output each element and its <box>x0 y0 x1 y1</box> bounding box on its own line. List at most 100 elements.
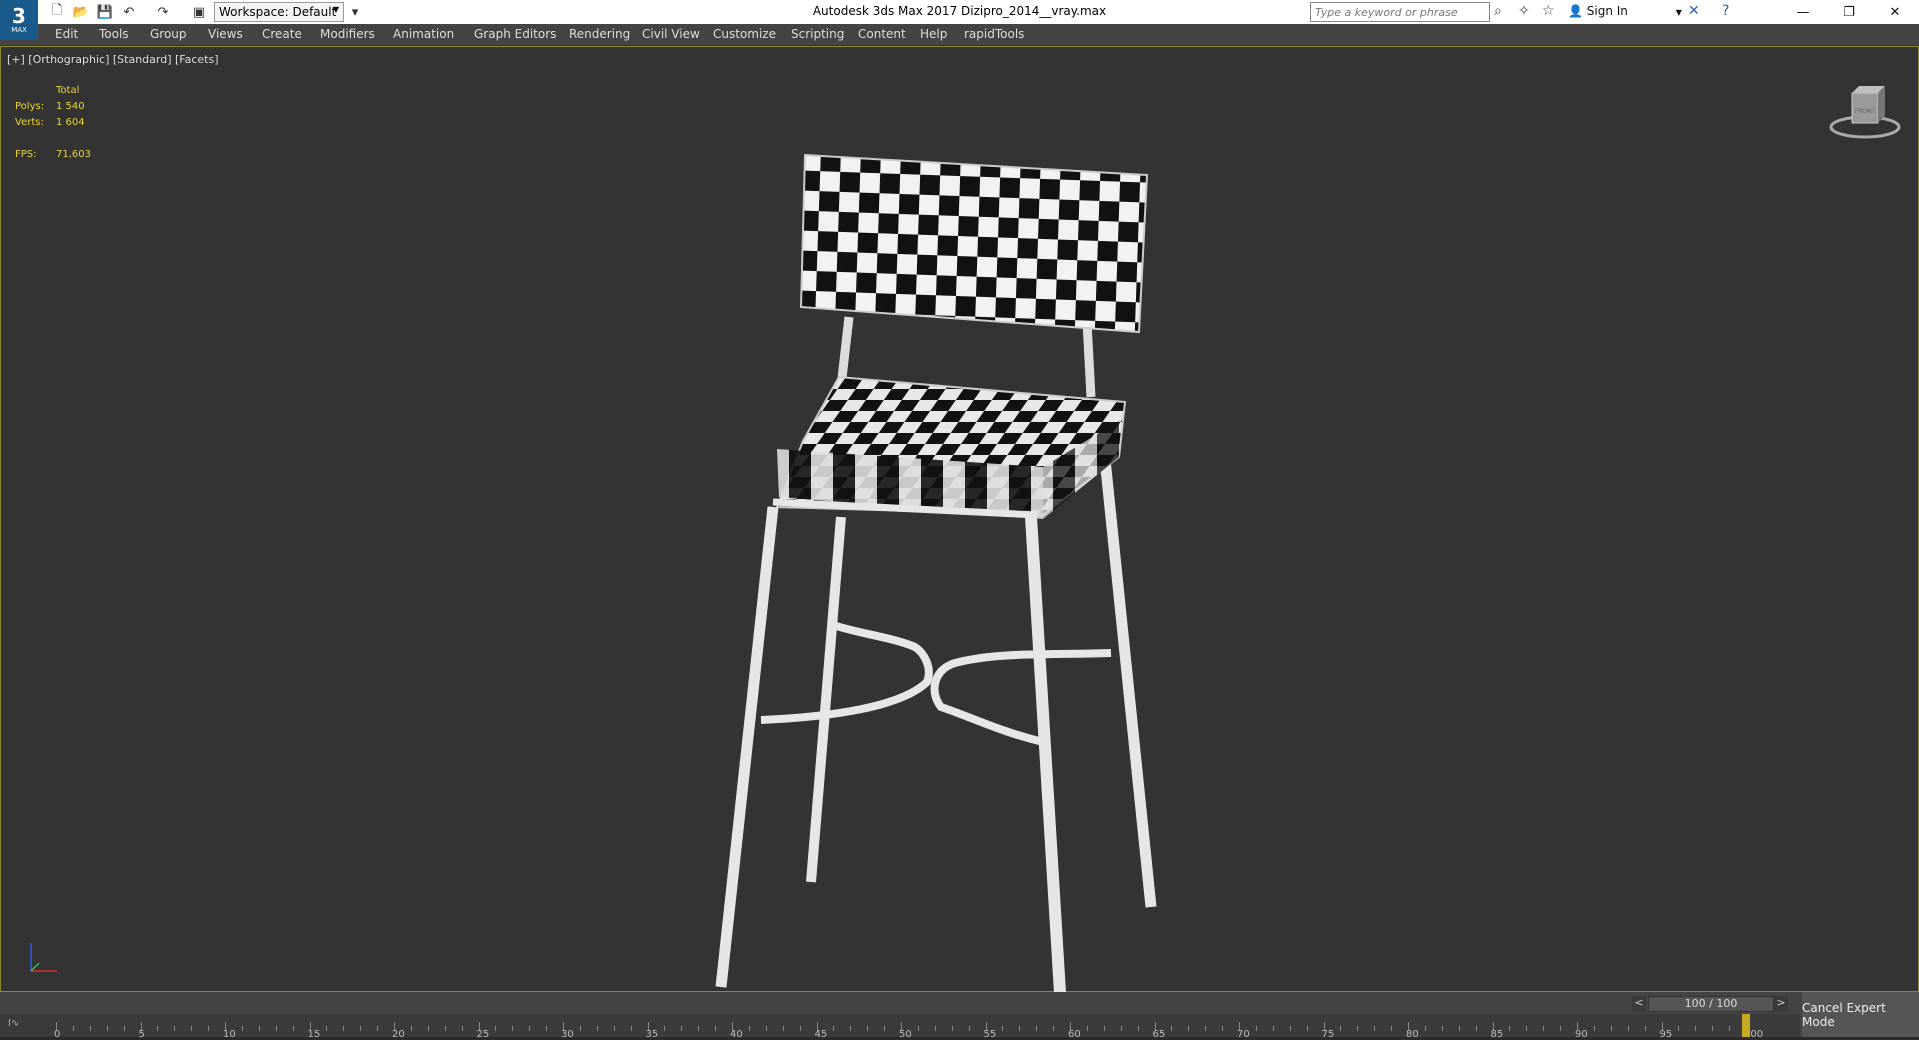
timeline-tick <box>1086 1026 1088 1031</box>
timeline-tick-label: 35 <box>645 1029 659 1040</box>
timeline-tick <box>1391 1026 1393 1031</box>
communication-center-icon[interactable]: ✧ <box>1518 3 1530 19</box>
timeline-tick-label: 85 <box>1490 1029 1504 1040</box>
timeline-tick <box>715 1026 717 1031</box>
timeline-tick-label: 40 <box>730 1029 743 1040</box>
bar-stool-model[interactable] <box>701 147 1181 1027</box>
timeline-tick <box>630 1026 632 1031</box>
timeline-tick-label: 20 <box>392 1029 405 1040</box>
timeline-tick <box>613 1026 615 1031</box>
sign-in-button[interactable]: 👤 Sign In ▼ <box>1568 4 1682 18</box>
stats-verts-value: 1 604 <box>56 117 85 128</box>
menu-rendering[interactable]: Rendering <box>569 27 630 41</box>
timeline-tick <box>89 1026 91 1031</box>
customize-toolbar-icon[interactable]: ▾ <box>346 3 364 21</box>
undo-icon[interactable]: ↶ <box>120 3 138 21</box>
user-icon: 👤 <box>1568 4 1583 18</box>
menu-rapidtools[interactable]: rapidTools <box>964 27 1024 41</box>
favorites-star-icon[interactable]: ☆ <box>1542 3 1555 19</box>
viewport-orthographic[interactable]: [+] [Orthographic] [Standard] [Facets] T… <box>0 46 1919 1010</box>
timeline-tick <box>765 1026 767 1031</box>
timeline-tick-label: 80 <box>1406 1029 1419 1040</box>
timeline-tick <box>106 1026 108 1031</box>
timeline-tick <box>867 1026 869 1031</box>
save-file-icon[interactable]: 💾 <box>96 3 114 21</box>
menu-views[interactable]: Views <box>208 27 243 41</box>
timeline-tick <box>1729 1026 1731 1031</box>
close-button[interactable]: ✕ <box>1872 0 1918 24</box>
app-logo-caption: MAX <box>11 26 27 34</box>
menu-customize[interactable]: Customize <box>713 27 776 41</box>
timeline-tick <box>123 1026 125 1031</box>
timeline-tick <box>191 1026 193 1031</box>
timeline-tick <box>1120 1026 1122 1031</box>
timeline-tick <box>1509 1026 1511 1031</box>
restore-button[interactable]: ❐ <box>1826 0 1872 24</box>
menu-help[interactable]: Help <box>920 27 947 41</box>
timeline-tick <box>258 1026 260 1031</box>
viewcube[interactable]: FRONT <box>1827 83 1903 143</box>
app-logo-button[interactable]: 3 MAX <box>0 0 38 40</box>
viewcube-face-label: FRONT <box>1855 108 1876 115</box>
timeline-tick <box>1103 1026 1105 1031</box>
timeline-tick <box>833 1026 835 1031</box>
open-file-icon[interactable]: 📂 <box>72 3 90 21</box>
menu-content[interactable]: Content <box>858 27 906 41</box>
stats-polys-value: 1 540 <box>56 101 85 112</box>
stats-verts-label: Verts: <box>15 117 44 128</box>
chevron-down-icon: ▼ <box>1675 8 1682 17</box>
axis-gizmo <box>30 943 57 972</box>
menu-modifiers[interactable]: Modifiers <box>320 27 375 41</box>
binoculars-icon[interactable]: ⌕ <box>1494 3 1502 19</box>
menu-scripting[interactable]: Scripting <box>791 27 844 41</box>
timeline-tick <box>884 1026 886 1031</box>
timeline-tick <box>681 1026 683 1031</box>
stats-fps-value: 71,603 <box>56 149 91 160</box>
timeline-tick <box>799 1026 801 1031</box>
prev-frame-button[interactable]: < <box>1632 996 1646 1012</box>
timeline-tick <box>1458 1026 1460 1031</box>
menu-graph-editors[interactable]: Graph Editors <box>474 27 556 41</box>
timeline-tick <box>850 1026 852 1031</box>
help-icon[interactable]: ? <box>1722 3 1729 19</box>
next-frame-button[interactable]: > <box>1774 996 1788 1012</box>
timeline-tick <box>343 1026 345 1031</box>
time-slider[interactable] <box>1742 1014 1750 1037</box>
timeline-tick <box>377 1026 379 1031</box>
search-input[interactable]: Type a keyword or phrase <box>1310 2 1490 22</box>
timeline-tick <box>698 1026 700 1031</box>
menu-create[interactable]: Create <box>262 27 302 41</box>
timeline-track[interactable]: 0 5 10 15 20 25 30 35 40 45 50 55 60 65 70 75 80 85 90 95 10… <box>48 1014 1800 1040</box>
menu-tools[interactable]: Tools <box>99 27 129 41</box>
curve-icon: Ⅰ∿ <box>8 1018 20 1029</box>
timeline-tick <box>1222 1026 1224 1031</box>
menu-animation[interactable]: Animation <box>393 27 454 41</box>
timeline-tick <box>427 1026 429 1031</box>
timeline-tick <box>1289 1026 1291 1031</box>
redo-icon[interactable]: ↷ <box>154 3 172 21</box>
timeline-tick <box>72 1026 74 1031</box>
title-bar: 3 MAX 🗋 📂 💾 ↶ ↷ ▣ Workspace: Default ▼ ▾… <box>0 0 1919 40</box>
timeline-tick <box>410 1026 412 1031</box>
timeline-tick <box>1695 1026 1697 1031</box>
minimize-button[interactable]: — <box>1780 0 1826 24</box>
timeline-tick <box>292 1026 294 1031</box>
timeline-tick <box>546 1026 548 1031</box>
project-folder-icon[interactable]: ▣ <box>190 3 208 21</box>
timeline-tick <box>275 1026 277 1031</box>
new-file-icon[interactable]: 🗋 <box>48 3 66 21</box>
timeline-tick-label: 50 <box>899 1029 912 1040</box>
viewport-label[interactable]: [+] [Orthographic] [Standard] [Facets] <box>7 53 219 66</box>
timeline-tick-label: 25 <box>476 1029 490 1040</box>
exchange-apps-icon[interactable]: ✕ <box>1688 3 1700 19</box>
timeline-tick-label: 95 <box>1659 1029 1673 1040</box>
menu-civil-view[interactable]: Civil View <box>642 27 700 41</box>
timeline-tick <box>444 1026 446 1031</box>
sign-in-label: Sign In <box>1586 4 1628 18</box>
menu-edit[interactable]: Edit <box>55 27 78 41</box>
workspace-dropdown[interactable]: Workspace: Default ▼ <box>214 2 344 22</box>
cancel-expert-mode-button[interactable]: Cancel Expert Mode <box>1802 992 1919 1037</box>
frame-counter[interactable]: 100 / 100 <box>1648 996 1774 1012</box>
menu-group[interactable]: Group <box>150 27 187 41</box>
mini-curve-editor-toggle[interactable]: Ⅰ∿ <box>0 1014 48 1037</box>
